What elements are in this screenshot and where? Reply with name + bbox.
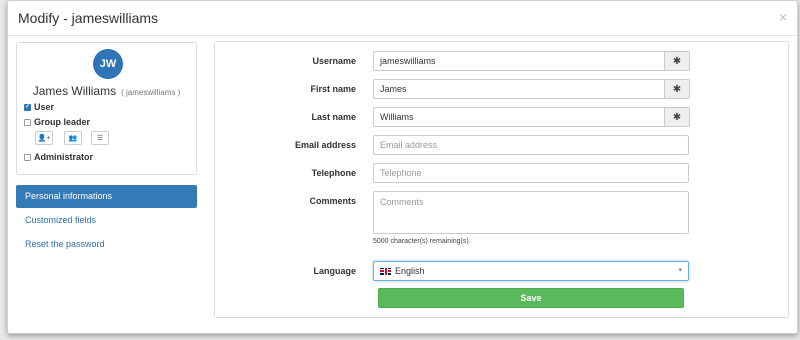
role-administrator-checkbox[interactable]: Administrator	[24, 152, 93, 162]
required-asterisk-icon: ✱	[665, 51, 690, 71]
first-name-label: First name	[310, 84, 356, 94]
avatar: JW	[93, 49, 123, 79]
language-label: Language	[313, 266, 356, 276]
checkbox-unchecked-icon	[24, 118, 31, 126]
email-field[interactable]: Email address	[373, 135, 689, 155]
list-button[interactable]: ☰	[91, 131, 109, 145]
telephone-field[interactable]: Telephone	[373, 163, 689, 183]
required-asterisk-icon: ✱	[665, 79, 690, 99]
modal-title: Modify - jameswilliams	[18, 10, 159, 26]
role-administrator-label: Administrator	[34, 152, 94, 162]
comments-label: Comments	[309, 196, 356, 206]
role-user-checkbox[interactable]: ✓ User	[24, 102, 54, 112]
user-full-name: James Williams	[32, 84, 117, 98]
comments-remaining-count: 5000 character(s) remaining(s).	[373, 238, 471, 245]
language-select[interactable]: English ▾	[373, 261, 689, 281]
role-group-leader-checkbox[interactable]: Group leader	[24, 117, 90, 127]
add-user-button[interactable]: 👤+	[35, 131, 53, 145]
user-name: James Williams ( jameswilliams )	[17, 84, 196, 98]
modal-header: Modify - jameswilliams ×	[8, 1, 797, 36]
role-group-leader-label: Group leader	[34, 117, 91, 127]
form-panel: Username jameswilliams ✱ First name Jame…	[214, 41, 789, 318]
username-label: Username	[312, 56, 356, 66]
chevron-down-icon: ▾	[678, 267, 682, 274]
user-card: JW James Williams ( jameswilliams ) ✓ Us…	[16, 42, 197, 175]
group-icon: 👥	[68, 135, 78, 142]
role-user-label: User	[34, 102, 55, 112]
email-label: Email address	[294, 140, 356, 150]
list-icon: ☰	[96, 135, 104, 142]
user-login: ( jameswilliams )	[121, 88, 181, 97]
telephone-label: Telephone	[311, 168, 356, 178]
comments-textarea[interactable]: Comments	[373, 191, 689, 234]
last-name-input[interactable]: Williams	[373, 107, 665, 127]
first-name-input[interactable]: James	[373, 79, 665, 99]
side-nav: Personal informations Customized fields …	[16, 185, 197, 257]
close-icon[interactable]: ×	[779, 9, 787, 25]
nav-item-customized-fields[interactable]: Customized fields	[16, 209, 197, 232]
language-value: English	[395, 266, 425, 276]
nav-item-personal-informations[interactable]: Personal informations	[16, 185, 197, 208]
nav-item-reset-password[interactable]: Reset the password	[16, 233, 197, 256]
group-button[interactable]: 👥	[64, 131, 82, 145]
last-name-label: Last name	[311, 112, 356, 122]
checkbox-checked-icon: ✓	[24, 103, 31, 111]
add-user-icon: 👤+	[37, 135, 51, 142]
modify-user-modal: Modify - jameswilliams × JW James Willia…	[7, 0, 798, 334]
checkbox-unchecked-icon	[24, 153, 31, 161]
uk-flag-icon	[380, 267, 391, 275]
required-asterisk-icon: ✱	[665, 107, 690, 127]
save-button[interactable]: Save	[378, 288, 684, 308]
username-input[interactable]: jameswilliams	[373, 51, 665, 71]
